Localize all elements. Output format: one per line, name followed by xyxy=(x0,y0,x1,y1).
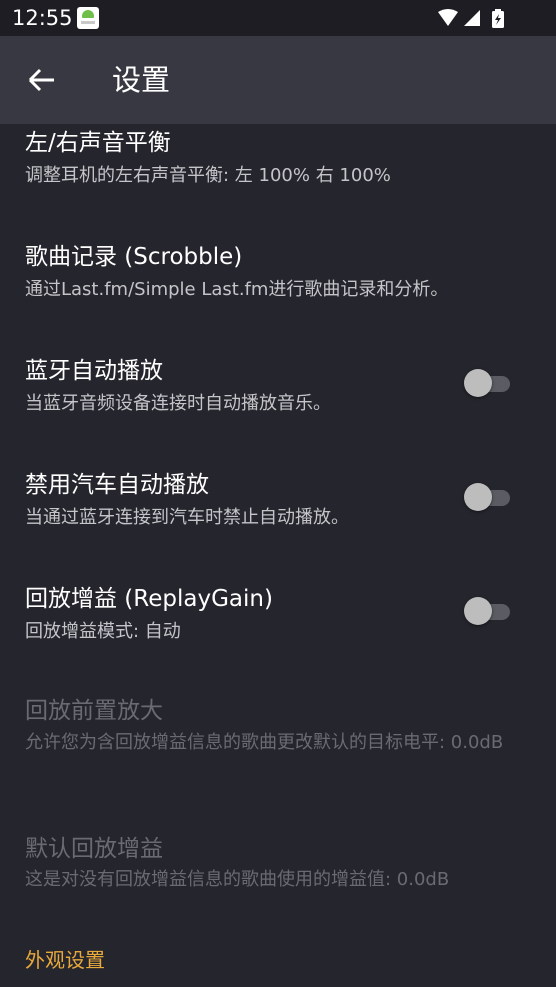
pref-summary: 当蓝牙音频设备连接时自动播放音乐。 xyxy=(25,393,331,414)
pref-summary: 这是对没有回放增益信息的歌曲使用的增益值: 0.0dB xyxy=(25,869,450,890)
pref-title: 回放前置放大 xyxy=(25,698,163,724)
pref-title: 蓝牙自动播放 xyxy=(25,358,163,384)
replaygain-switch[interactable] xyxy=(464,596,514,626)
pref-summary: 通过Last.fm/Simple Last.fm进行歌曲记录和分析。 xyxy=(25,279,449,300)
pref-summary: 回放增益模式: 自动 xyxy=(25,621,181,642)
switch-thumb xyxy=(464,369,492,397)
pref-title: 默认回放增益 xyxy=(25,836,163,862)
pref-summary: 当通过蓝牙连接到汽车时禁止自动播放。 xyxy=(25,507,349,528)
pref-title: 歌曲记录 (Scrobble) xyxy=(25,244,243,270)
wifi-icon xyxy=(438,9,458,26)
page-title: 设置 xyxy=(112,63,171,97)
back-button[interactable] xyxy=(20,58,64,102)
pref-replaygain-preamp: 回放前置放大 允许您为含回放增益信息的歌曲更改默认的目标电平: 0.0dB xyxy=(0,690,556,800)
status-time: 12:55 xyxy=(12,6,73,30)
status-icons xyxy=(436,8,516,28)
pref-replaygain[interactable]: 回放增益 (ReplayGain) 回放增益模式: 自动 xyxy=(0,576,556,666)
battery-charging-icon xyxy=(492,9,504,28)
category-title-appearance: 外观设置 xyxy=(25,948,105,972)
pref-summary: 允许您为含回放增益信息的歌曲更改默认的目标电平: 0.0dB xyxy=(25,732,504,753)
arrow-back-icon xyxy=(28,68,54,92)
pref-bluetooth-autoplay[interactable]: 蓝牙自动播放 当蓝牙音频设备连接时自动播放音乐。 xyxy=(0,348,556,438)
pref-title: 回放增益 (ReplayGain) xyxy=(25,586,273,612)
pref-scrobble[interactable]: 歌曲记录 (Scrobble) 通过Last.fm/Simple Last.fm… xyxy=(0,234,556,324)
switch-thumb xyxy=(464,597,492,625)
status-bar: 12:55 xyxy=(0,0,556,36)
bluetooth-autoplay-switch[interactable] xyxy=(464,368,514,398)
switch-thumb xyxy=(464,483,492,511)
signal-icon xyxy=(464,10,480,26)
pref-disable-car-autoplay[interactable]: 禁用汽车自动播放 当通过蓝牙连接到汽车时禁止自动播放。 xyxy=(0,462,556,552)
pref-title: 左/右声音平衡 xyxy=(25,130,171,156)
app-notification-icon xyxy=(77,7,99,29)
pref-default-replaygain: 默认回放增益 这是对没有回放增益信息的歌曲使用的增益值: 0.0dB xyxy=(0,828,556,918)
pref-balance[interactable]: 左/右声音平衡 调整耳机的左右声音平衡: 左 100% 右 100% xyxy=(0,124,556,214)
pref-title: 禁用汽车自动播放 xyxy=(25,472,209,498)
app-bar: 设置 xyxy=(0,36,556,124)
pref-summary: 调整耳机的左右声音平衡: 左 100% 右 100% xyxy=(25,165,391,186)
disable-car-autoplay-switch[interactable] xyxy=(464,482,514,512)
